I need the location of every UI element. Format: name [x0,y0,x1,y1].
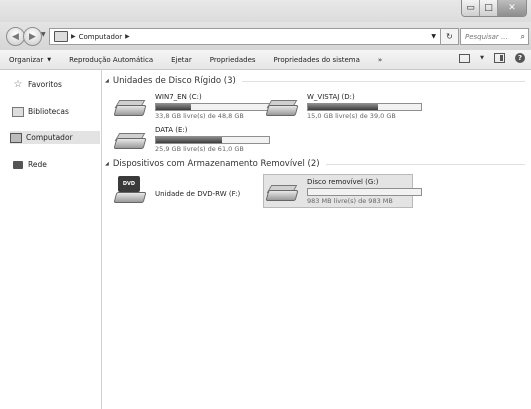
group-divider [325,163,525,165]
collapse-triangle-icon[interactable]: ◢ [105,78,109,84]
sidebar-item-label: Rede [28,160,47,169]
drive-name: W_VISTAJ (D:) [307,93,355,101]
drive-e[interactable]: DATA (E:) 25,9 GB livre(s) de 61,0 GB [112,123,270,157]
back-arrow-icon: ◀ [12,31,19,42]
group-divider [241,80,525,82]
group-title: Unidades de Disco Rígido (3) [112,76,236,86]
drive-g[interactable]: Disco removível (G:) 983 MB livre(s) de … [263,174,422,208]
content-pane: ◢ Unidades de Disco Rígido (3) WIN7_EN (… [102,70,531,409]
more-commands-button[interactable]: » [369,50,391,69]
hard-disk-icon [113,131,147,149]
command-bar: Organizar ▼ Reprodução Automática Ejetar… [0,50,531,70]
forward-button[interactable]: ▶ [23,27,42,46]
drive-free-space: 25,9 GB livre(s) de 61,0 GB [155,145,244,153]
breadcrumb-computador[interactable]: Computador [79,33,123,41]
address-bar[interactable]: ▶ Computador ▶ ▼ [49,28,441,45]
dvd-drive-icon: DVD [113,176,147,204]
breadcrumb-chevron-icon[interactable]: ▶ [125,33,130,40]
title-bar: ▭ □ ✕ [0,0,531,22]
computer-icon [54,31,68,42]
space-usage-fill [156,137,222,143]
change-view-icon[interactable] [459,53,471,63]
window-controls: ▭ □ ✕ [461,0,527,17]
drive-name: Unidade de DVD-RW (F:) [155,190,241,198]
drive-free-space: 15,0 GB livre(s) de 39,0 GB [307,112,396,120]
system-properties-button[interactable]: Propriedades do sistema [265,50,369,69]
group-header-hard-disks[interactable]: ◢ Unidades de Disco Rígido (3) [105,76,525,86]
navigation-pane: ☆ Favoritos Bibliotecas Computador Rede [0,70,102,409]
removable-disk-icon [265,183,299,201]
maximize-button[interactable]: □ [479,0,497,16]
sidebar-item-label: Bibliotecas [28,107,69,116]
refresh-icon: ↻ [446,32,453,41]
drive-c[interactable]: WIN7_EN (C:) 33,8 GB livre(s) de 48,8 GB [112,90,270,124]
drive-d[interactable]: W_VISTAJ (D:) 15,0 GB livre(s) de 39,0 G… [264,90,422,124]
library-icon [12,106,24,117]
space-usage-bar [307,188,422,196]
space-usage-bar [155,136,270,144]
star-icon: ☆ [13,79,23,90]
preview-pane-icon[interactable] [494,53,505,63]
network-icon [12,160,24,170]
chevron-down-icon: ▼ [47,56,52,63]
computer-icon [10,132,22,143]
space-usage-bar [307,103,422,111]
explorer-window: ▭ □ ✕ ◀ ▶ ▼ ▶ Computador ▶ ▼ ↻ Pesquisar… [0,0,531,409]
drive-free-space: 983 MB livre(s) de 983 MB [307,197,393,205]
sidebar-item-label: Favoritos [28,80,62,89]
address-row: ◀ ▶ ▼ ▶ Computador ▶ ▼ ↻ Pesquisar ... ⌕ [0,22,531,50]
address-dropdown-icon[interactable]: ▼ [431,33,436,40]
search-input[interactable]: Pesquisar ... ⌕ [460,28,529,45]
drive-name: Disco removível (G:) [307,178,379,186]
windows-drive-icon [113,98,147,116]
group-header-removable[interactable]: ◢ Dispositivos com Armazenamento Removív… [105,159,525,169]
minimize-button[interactable]: ▭ [462,0,479,16]
view-controls: ▼ ? [459,53,525,63]
sidebar-item-rede[interactable]: Rede [12,158,47,171]
space-usage-fill [308,104,379,110]
sidebar-item-favoritos[interactable]: ☆ Favoritos [12,78,62,91]
drive-name: WIN7_EN (C:) [155,93,202,101]
drive-free-space: 33,8 GB livre(s) de 48,8 GB [155,112,244,120]
refresh-button[interactable]: ↻ [440,28,459,45]
organize-label: Organizar [9,55,44,64]
search-icon[interactable]: ⌕ [521,32,525,42]
group-title: Dispositivos com Armazenamento Removível… [112,159,320,169]
organize-button[interactable]: Organizar ▼ [0,50,60,69]
help-icon[interactable]: ? [515,53,525,63]
sidebar-item-label: Computador [26,133,73,142]
sidebar-item-bibliotecas[interactable]: Bibliotecas [12,105,69,118]
drive-name: DATA (E:) [155,126,188,134]
drive-f[interactable]: DVD Unidade de DVD-RW (F:) [112,174,262,208]
search-placeholder: Pesquisar ... [465,32,508,41]
sidebar-item-computador[interactable]: Computador [10,131,100,144]
hard-disk-icon [265,98,299,116]
close-button[interactable]: ✕ [497,0,526,16]
recent-pages-dropdown[interactable]: ▼ [41,31,46,38]
view-options-dropdown-icon[interactable]: ▼ [480,55,484,61]
space-usage-bar [155,103,270,111]
space-usage-fill [156,104,192,110]
eject-button[interactable]: Ejetar [162,50,201,69]
forward-arrow-icon: ▶ [29,31,36,42]
collapse-triangle-icon[interactable]: ◢ [105,161,109,167]
breadcrumb-separator-icon[interactable]: ▶ [71,33,76,40]
properties-button[interactable]: Propriedades [201,50,265,69]
autoplay-button[interactable]: Reprodução Automática [60,50,162,69]
